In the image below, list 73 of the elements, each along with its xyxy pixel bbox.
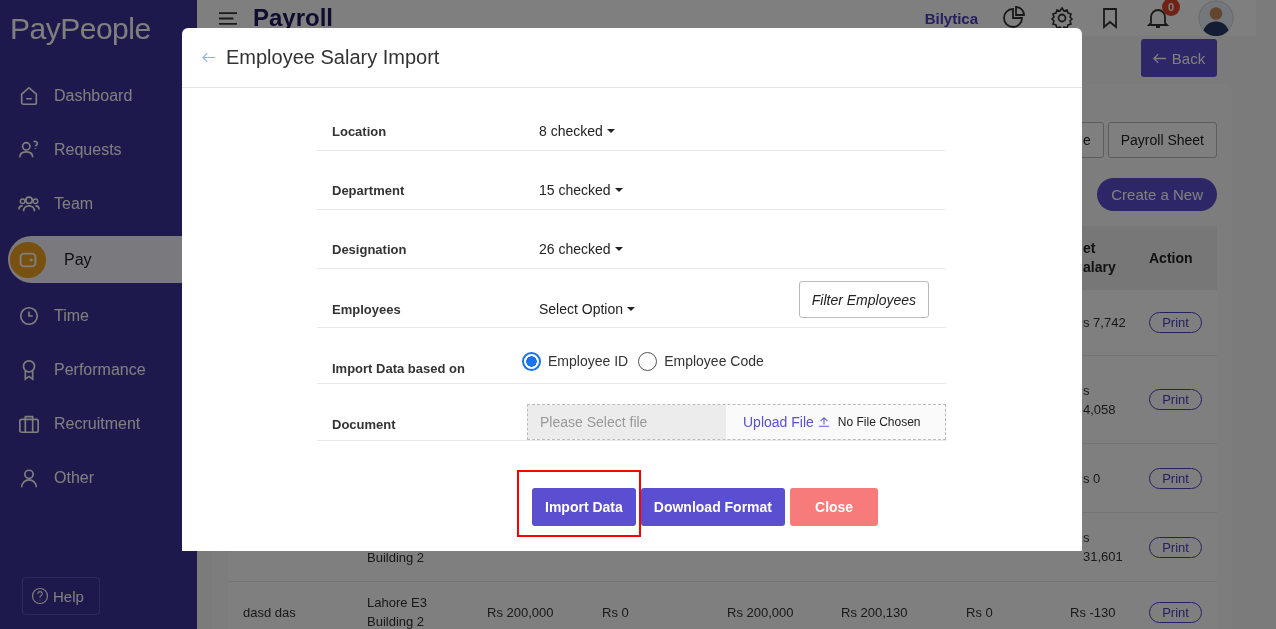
dropdown[interactable]: 26 checked	[539, 241, 623, 257]
company-name[interactable]: Bilytica	[924, 9, 978, 27]
table-cell-text: s 4,058	[1082, 381, 1117, 419]
table-cell-text: Rs 0	[965, 603, 994, 622]
field-label: Employees	[332, 302, 402, 319]
table-cell-text: Rs 0	[601, 603, 630, 622]
caret-icon	[614, 187, 623, 193]
dialog-button[interactable]: Import Data	[532, 488, 636, 526]
print-button[interactable]: Print	[1149, 389, 1202, 410]
print-button[interactable]: Print	[1149, 601, 1202, 623]
dialog-button[interactable]: Close	[790, 488, 879, 526]
pie-chart-icon[interactable]	[1002, 6, 1026, 30]
caret-icon	[614, 246, 623, 252]
sidebar-item[interactable]: Team	[8, 180, 197, 227]
radio-button[interactable]	[522, 351, 541, 371]
field-label: Location	[332, 124, 388, 139]
caret-icon	[627, 306, 636, 312]
bell-icon[interactable]	[1146, 6, 1170, 30]
settings-icon[interactable]	[1050, 6, 1074, 30]
arrow-left-icon	[1152, 52, 1167, 64]
print-button[interactable]: Print	[1149, 536, 1202, 558]
menu-icon[interactable]	[219, 11, 237, 25]
upload-link[interactable]: Upload File	[743, 414, 814, 430]
radio-option[interactable]: Employee ID	[522, 351, 629, 371]
print-button[interactable]: Print	[1149, 467, 1202, 489]
dropdown[interactable]: Select Option	[539, 301, 636, 327]
dialog-title: Employee Salary Import	[226, 46, 440, 69]
field-label: Import Data based on	[332, 361, 466, 376]
toolbar-button[interactable]: Payroll Sheet	[1107, 122, 1217, 158]
caret-icon	[606, 128, 615, 134]
filter-button[interactable]: Filter Employees	[798, 281, 929, 318]
column-header: et alary	[1082, 239, 1117, 277]
help-icon	[31, 587, 49, 605]
print-button[interactable]: Print	[1149, 312, 1202, 333]
table-cell-text: Rs 200,000	[726, 603, 795, 622]
table-cell-text: Rs 200,000	[486, 603, 555, 622]
table-cell-text: s 31,601	[1082, 529, 1124, 566]
sidebar-item[interactable]: Requests	[8, 126, 197, 173]
field-label: Document	[332, 417, 397, 434]
clock-icon	[18, 304, 40, 327]
back-button[interactable]: Back	[1141, 39, 1217, 77]
file-path-input[interactable]: Please Select file	[528, 405, 726, 439]
sidebar-item[interactable]: Performance	[8, 346, 197, 393]
file-status: No File Chosen	[837, 415, 921, 429]
sidebar-item[interactable]: Other	[8, 454, 197, 501]
create-button[interactable]: Create a New	[1097, 178, 1217, 211]
dropdown[interactable]: 8 checked	[539, 123, 615, 139]
logo: PayPeople	[9, 11, 152, 47]
sidebar-item[interactable]: Recruitment	[8, 400, 197, 447]
radio-option[interactable]: Employee Code	[638, 351, 764, 371]
sidebar-item[interactable]: Dashboard	[8, 72, 197, 119]
column-header: Action	[1148, 248, 1194, 268]
dialog-button[interactable]: Download Format	[640, 488, 786, 526]
file-field[interactable]: Please Select file Upload File No File Chosen	[527, 404, 946, 440]
notification-badge: 0	[1162, 0, 1180, 16]
table-cell-text: s 0	[1082, 469, 1102, 488]
table-cell-text: Lahore E3 Building 2	[366, 594, 428, 629]
table-cell-text: Rs -130	[1069, 603, 1117, 622]
sidebar-item[interactable]: Time	[8, 292, 197, 339]
user-icon	[18, 466, 40, 489]
help-button[interactable]: Help	[22, 577, 100, 615]
avatar[interactable]	[1198, 0, 1234, 36]
home-icon	[18, 84, 40, 107]
table-cell-text: s 7,742	[1082, 314, 1127, 332]
dropdown[interactable]: 15 checked	[539, 182, 623, 198]
upload-icon	[817, 416, 830, 428]
table-cell-text: Rs 200,130	[840, 603, 909, 622]
table-cell-text: Building 2	[366, 549, 426, 567]
table-cell-text: dasd das	[242, 603, 297, 622]
wallet-icon	[10, 241, 46, 278]
field-label: Department	[332, 183, 406, 198]
field-label: Designation	[332, 242, 408, 257]
page-title: Payroll	[253, 4, 334, 32]
